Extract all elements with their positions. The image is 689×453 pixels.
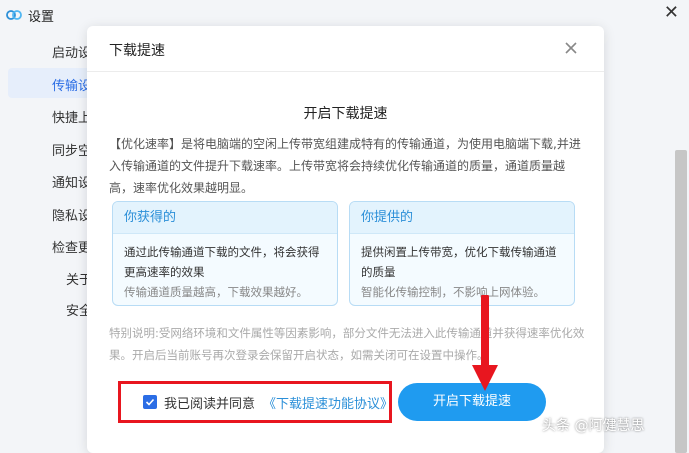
card-line: 提供闲置上传带宽，优化下载传输通道的质量 <box>361 245 557 279</box>
dialog-description: 【优化速率】是将电脑端的空闲上传带宽组建成特有的传输通道，为使用电脑端下载,并进… <box>109 137 581 195</box>
special-note: 特别说明:受网络环境和文件属性等因素影响，部分文件无法进入此传输通道并获得速率优… <box>109 326 585 362</box>
settings-sidebar: 启动设 传输设 快捷上 同步空 通知设 隐私设 检查更 关于 安全 <box>0 30 98 453</box>
red-arrow-down-icon <box>472 295 498 391</box>
watermark: 头条 @阿健慧思 <box>542 418 645 434</box>
sidebar-item-notify[interactable]: 通知设 <box>52 172 91 191</box>
red-highlight-box <box>118 381 392 423</box>
app-close-icon[interactable]: ✕ <box>664 4 679 22</box>
close-icon[interactable] <box>562 39 580 57</box>
dialog-title: 下载提速 <box>109 43 165 59</box>
card-line-muted: 传输通道质量越高，下载效果越好。 <box>124 285 308 299</box>
sidebar-item-privacy[interactable]: 隐私设 <box>52 205 91 224</box>
card-you-get: 你获得的 通过此传输通道下载的文件，将会获得更高速率的效果 传输通道质量越高，下… <box>112 201 338 306</box>
card-title: 你提供的 <box>350 202 574 234</box>
dialog-header: 下载提速 <box>87 26 604 72</box>
card-line: 通过此传输通道下载的文件，将会获得更高速率的效果 <box>124 245 320 279</box>
card-you-provide: 你提供的 提供闲置上传带宽，优化下载传输通道的质量 智能化传输控制，不影响上网体… <box>349 201 575 306</box>
dialog-heading: 开启下载提速 <box>303 106 388 122</box>
sidebar-item-startup[interactable]: 启动设 <box>52 42 91 61</box>
sidebar-item-check-update[interactable]: 检查更 <box>52 237 91 256</box>
app-title: 设置 <box>28 9 55 25</box>
card-title: 你获得的 <box>113 202 337 234</box>
baidu-netdisk-logo-icon <box>6 10 22 20</box>
sidebar-item-quick-upload[interactable]: 快捷上 <box>52 107 91 126</box>
card-line-muted: 智能化传输控制，不影响上网体验。 <box>361 285 545 299</box>
sidebar-item-sync[interactable]: 同步空 <box>52 140 91 159</box>
sidebar-item-transfer[interactable]: 传输设 <box>52 75 91 94</box>
settings-scrollbar[interactable] <box>675 150 687 453</box>
